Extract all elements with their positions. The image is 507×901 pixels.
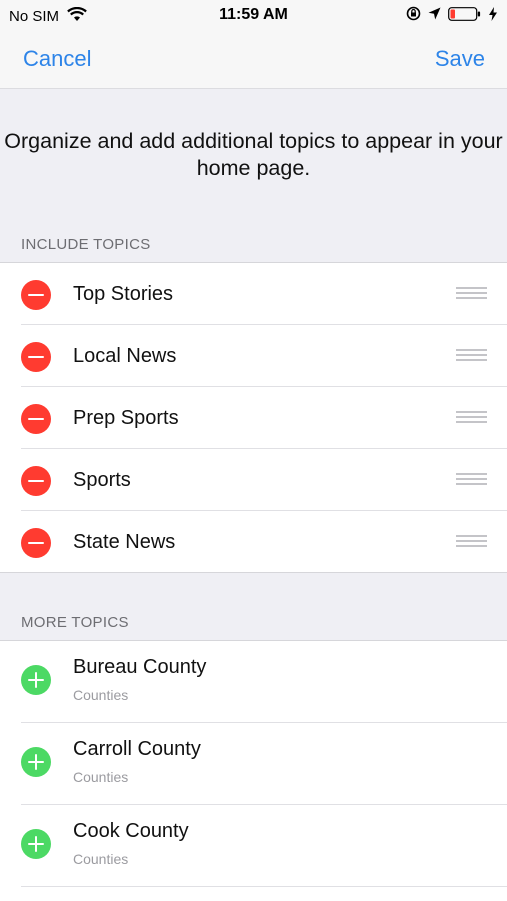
location-arrow-icon xyxy=(428,7,441,25)
battery-icon xyxy=(448,6,482,26)
remove-topic-button[interactable] xyxy=(21,280,51,310)
orientation-lock-icon xyxy=(406,6,421,26)
more-topics-list: Bureau County Counties Carroll County Co… xyxy=(0,640,507,901)
list-item: Cook County Counties xyxy=(0,805,507,887)
drag-handle-icon[interactable] xyxy=(456,287,487,301)
drag-handle-icon[interactable] xyxy=(456,473,487,487)
nav-bar: Cancel Save xyxy=(0,30,507,89)
topic-label: Local News xyxy=(73,345,177,367)
list-item: Top Stories xyxy=(0,263,507,325)
topic-label: Top Stories xyxy=(73,283,174,305)
topic-label: State News xyxy=(73,531,176,553)
drag-handle-icon[interactable] xyxy=(456,349,487,363)
include-topics-header: INCLUDE TOPICS xyxy=(21,236,151,253)
topic-title: Carroll County xyxy=(73,738,201,760)
include-topics-list: Top Stories Local News Prep Sports Sport… xyxy=(0,262,507,573)
list-item: Carroll County Counties xyxy=(0,723,507,805)
topic-label: Prep Sports xyxy=(73,407,179,429)
topic-subtitle: Counties xyxy=(73,769,129,785)
topic-label: Sports xyxy=(73,469,131,491)
topic-subtitle: Counties xyxy=(73,687,129,703)
topic-title: Cook County xyxy=(73,820,189,842)
more-topics-header: MORE TOPICS xyxy=(21,614,129,631)
drag-handle-icon[interactable] xyxy=(456,535,487,549)
add-topic-button[interactable] xyxy=(21,829,51,859)
drag-handle-icon[interactable] xyxy=(456,411,487,425)
status-right xyxy=(406,6,497,26)
list-item: Bureau County Counties xyxy=(0,641,507,723)
intro-text: Organize and add additional topics to ap… xyxy=(4,129,503,180)
topic-subtitle: Counties xyxy=(73,851,129,867)
remove-topic-button[interactable] xyxy=(21,466,51,496)
list-item: Sports xyxy=(0,449,507,511)
cancel-button[interactable]: Cancel xyxy=(23,46,91,72)
remove-topic-button[interactable] xyxy=(21,404,51,434)
add-topic-button[interactable] xyxy=(21,747,51,777)
topic-title: Bureau County xyxy=(73,656,207,678)
list-item: State News xyxy=(0,511,507,573)
remove-topic-button[interactable] xyxy=(21,528,51,558)
save-button[interactable]: Save xyxy=(435,46,485,72)
list-item: Prep Sports xyxy=(0,387,507,449)
remove-topic-button[interactable] xyxy=(21,342,51,372)
status-bar: No SIM 11:59 AM xyxy=(0,0,507,30)
add-topic-button[interactable] xyxy=(21,665,51,695)
bolt-icon xyxy=(489,6,497,26)
list-item: Local News xyxy=(0,325,507,387)
